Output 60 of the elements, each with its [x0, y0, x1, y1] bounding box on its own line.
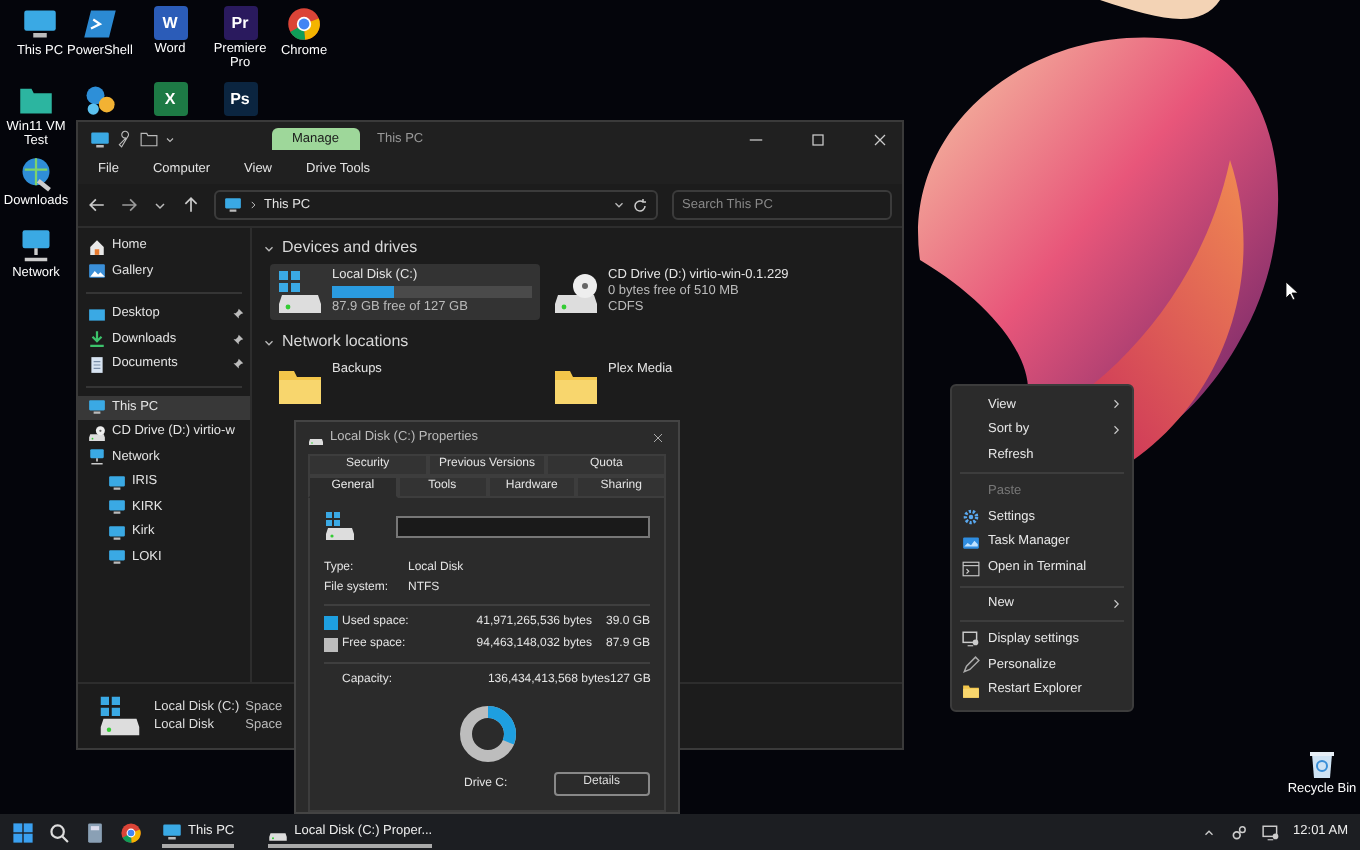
close-icon[interactable]	[650, 429, 666, 446]
chevron-down-icon[interactable]	[612, 198, 626, 212]
close-icon[interactable]	[870, 129, 890, 149]
desktop-icon	[88, 305, 106, 324]
display-icon	[962, 630, 980, 649]
drive-icon	[324, 510, 356, 543]
monitor-icon	[108, 523, 126, 542]
browser-icon[interactable]	[286, 6, 322, 42]
monitor-icon[interactable]	[22, 6, 58, 42]
start-icon[interactable]	[12, 821, 34, 843]
cd-drive-icon	[552, 268, 600, 316]
monitor-icon	[88, 398, 106, 417]
chevron-right-icon	[1110, 597, 1122, 610]
search-icon[interactable]	[48, 821, 70, 843]
monitor-icon	[108, 548, 126, 567]
mouse-pointer-icon	[1286, 282, 1298, 300]
caret-icon[interactable]	[164, 133, 176, 145]
monitor-icon	[224, 196, 242, 214]
network-icon[interactable]	[18, 228, 54, 264]
pen-icon	[962, 656, 980, 675]
app-logo-icon[interactable]: Ps	[223, 82, 257, 116]
folder-icon[interactable]	[140, 130, 158, 148]
app-icon[interactable]	[82, 82, 118, 118]
monitor-icon	[108, 498, 126, 517]
chevron-up-icon[interactable]	[1201, 825, 1216, 839]
globe-icon[interactable]	[18, 156, 54, 192]
terminal-icon	[962, 559, 980, 578]
calculator-icon[interactable]	[84, 821, 106, 843]
drive-icon	[276, 268, 324, 316]
name-field[interactable]	[396, 515, 650, 538]
back-icon[interactable]	[88, 196, 106, 214]
maximize-icon[interactable]	[808, 129, 828, 149]
up-icon[interactable]	[182, 196, 200, 214]
monitor-icon	[90, 129, 110, 149]
chevron-right-icon	[248, 200, 258, 210]
forward-icon[interactable]	[120, 196, 138, 214]
app-logo-icon[interactable]: X	[153, 82, 187, 116]
chevron-down-icon[interactable]	[262, 335, 276, 349]
network-icon	[88, 448, 106, 467]
section-heading: Devices and drives	[282, 238, 418, 258]
download-icon	[88, 330, 106, 349]
display-icon[interactable]	[1261, 823, 1280, 841]
gallery-icon	[88, 262, 106, 281]
home-icon	[88, 237, 106, 256]
gear-icon	[962, 508, 980, 527]
monitor-icon	[162, 822, 182, 842]
terminal-icon[interactable]	[82, 6, 118, 42]
monitor-icon	[108, 473, 126, 492]
recycle-bin-icon[interactable]	[1306, 748, 1338, 780]
section-heading: Network locations	[282, 332, 409, 352]
chevron-down-icon[interactable]	[152, 197, 168, 213]
app-logo-icon[interactable]: W	[153, 6, 187, 40]
refresh-icon[interactable]	[632, 197, 648, 213]
cd-drive-icon	[88, 423, 106, 442]
app-logo-icon[interactable]: Pr	[223, 6, 257, 40]
browser-icon[interactable]	[120, 821, 142, 843]
folder-icon	[962, 681, 980, 700]
chevron-down-icon[interactable]	[262, 241, 276, 255]
drive-icon	[98, 694, 142, 738]
document-icon	[88, 355, 106, 374]
